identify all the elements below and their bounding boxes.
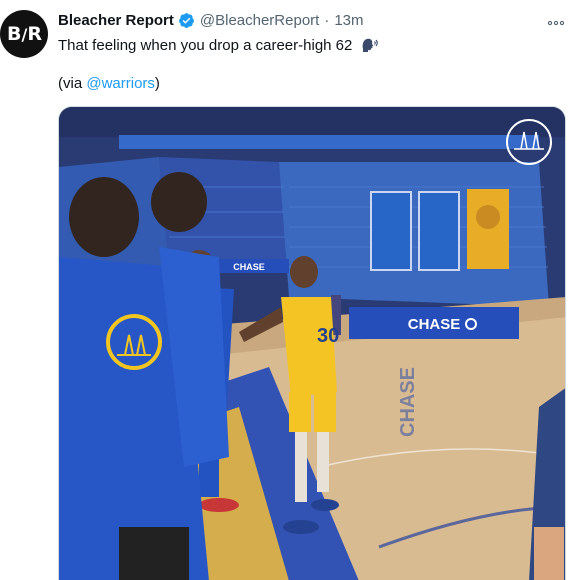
video-player[interactable]: CHASE CHASE CHASE 30 (58, 106, 566, 580)
via-line: (via @warriors) (58, 74, 160, 94)
via-prefix: (via (58, 75, 87, 92)
author-name[interactable]: Bleacher Report (58, 12, 174, 29)
timestamp[interactable]: 13m (334, 12, 363, 29)
tweet-card[interactable]: B / R Bleacher Report @BleacherReport · 13… (0, 0, 579, 580)
tweet-text: That feeling when you drop a career-high… (58, 36, 379, 59)
tweet-text-main: That feeling when you drop a career-high… (58, 37, 353, 54)
tweet-header: Bleacher Report @BleacherReport · 13m (58, 12, 364, 29)
author-handle[interactable]: @BleacherReport (200, 12, 319, 29)
avatar[interactable]: B / R (0, 10, 48, 58)
avatar-letter-b: B (7, 23, 22, 45)
more-options-icon[interactable] (543, 14, 569, 32)
avatar-letter-r: R (27, 23, 42, 45)
speaking-head-icon (361, 37, 379, 59)
verified-badge-icon (178, 12, 195, 29)
separator-dot: · (324, 12, 330, 29)
via-suffix: ) (154, 75, 160, 92)
avatar-slash: / (21, 24, 28, 44)
mention-link-warriors[interactable]: @warriors (86, 75, 155, 92)
